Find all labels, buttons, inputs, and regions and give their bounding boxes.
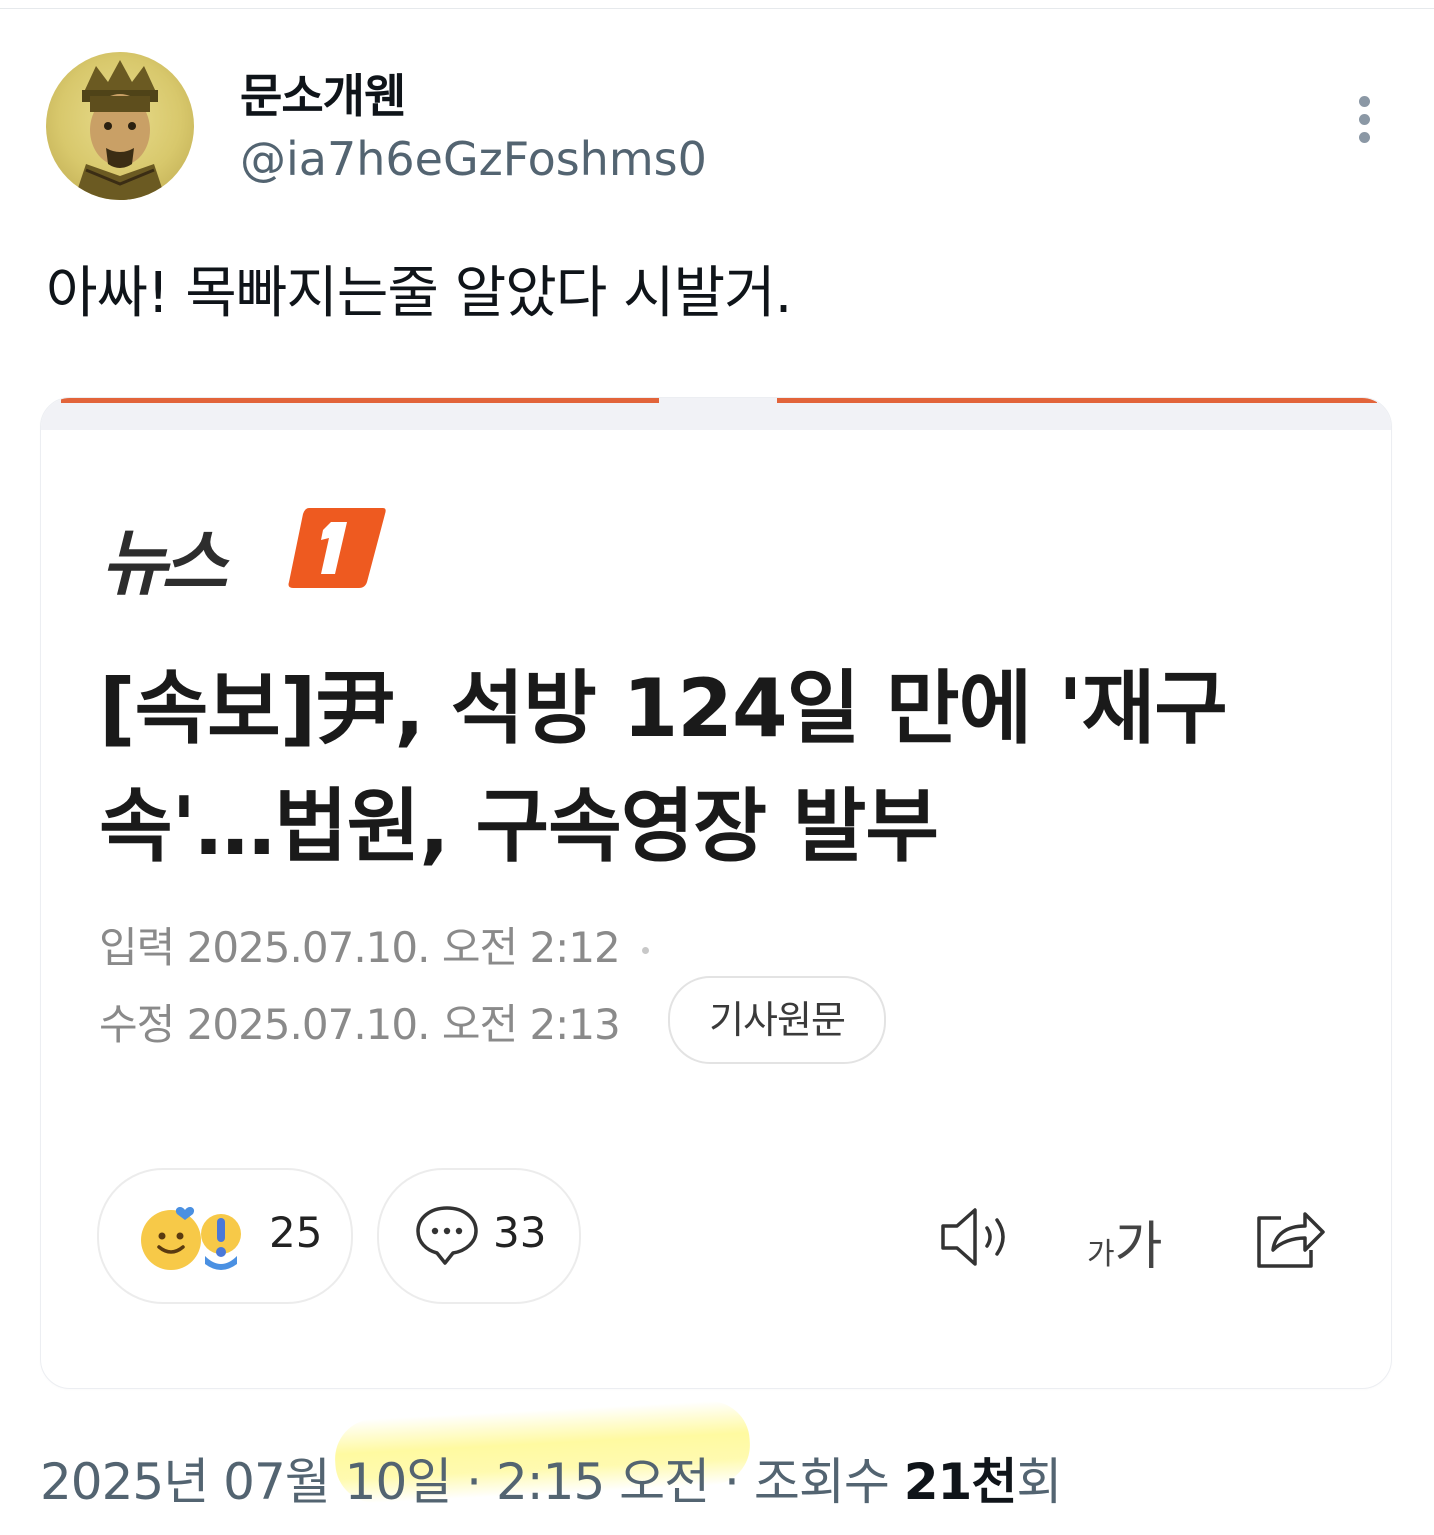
separator-dot [642,947,650,954]
tweet-text: 아싸! 목빠지는줄 알았다 시발거. [46,261,792,326]
original-article-button[interactable]: 기사원문 [668,976,886,1064]
views-suffix: 회 [1016,1453,1062,1511]
font-size-big-label: 가 [1114,1217,1163,1277]
comment-count: 33 [493,1208,547,1257]
tweet-time[interactable]: 2:15 오전 [496,1453,710,1511]
logo-text: 뉴스 [101,521,228,605]
input-label: 입력 [99,923,175,972]
input-datetime: 2025.07.10. 오전 2:12 [186,923,621,972]
accent-strip [61,398,659,403]
avatar[interactable] [46,52,194,200]
top-divider [0,8,1434,9]
font-size-small-label: 가 [1087,1237,1115,1272]
tweet-metadata: 2025년 07월 10일 · 2:15 오전 · 조회수 21천회 [40,1442,1062,1514]
speaker-icon[interactable] [939,1206,1017,1268]
comment-button[interactable]: 33 [377,1168,581,1304]
font-size-button[interactable]: 가가 [1087,1204,1177,1277]
reaction-count: 25 [269,1208,323,1257]
accent-strip [777,398,1377,403]
display-name[interactable]: 문소개웬 [240,60,406,126]
logo-one-mark-icon [288,508,386,588]
meta-separator: · [451,1453,496,1511]
tweet-date[interactable]: 2025년 07월 10일 [40,1453,452,1511]
more-options-button[interactable] [1348,92,1382,148]
user-handle[interactable]: @ia7h6eGzFoshms0 [240,132,707,186]
share-icon[interactable] [1253,1204,1327,1270]
input-date-row: 입력 2025.07.10. 오전 2:12 [99,914,650,975]
more-vertical-icon [1359,96,1370,107]
modified-datetime: 2025.07.10. 오전 2:13 [186,1000,621,1049]
views-label: 조회수 [753,1453,904,1511]
news1-logo: 뉴스 [101,498,386,605]
smile-emoji-icon [141,1207,241,1270]
news-article-screenshot[interactable]: 뉴스 [속보]尹, 석방 124일 만에 '재구속'…법원, 구속영장 발부 입… [40,397,1392,1389]
modified-date-row: 수정 2025.07.10. 오전 2:13 [99,991,621,1052]
views-count: 21천 [903,1453,1018,1511]
meta-separator: · [709,1453,754,1511]
reaction-button[interactable]: 25 [97,1168,353,1304]
avatar-portrait-icon [74,60,166,200]
speech-bubble-icon [416,1206,478,1265]
article-headline: [속보]尹, 석방 124일 만에 '재구속'…법원, 구속영장 발부 [99,662,1228,873]
modified-label: 수정 [99,1000,175,1049]
